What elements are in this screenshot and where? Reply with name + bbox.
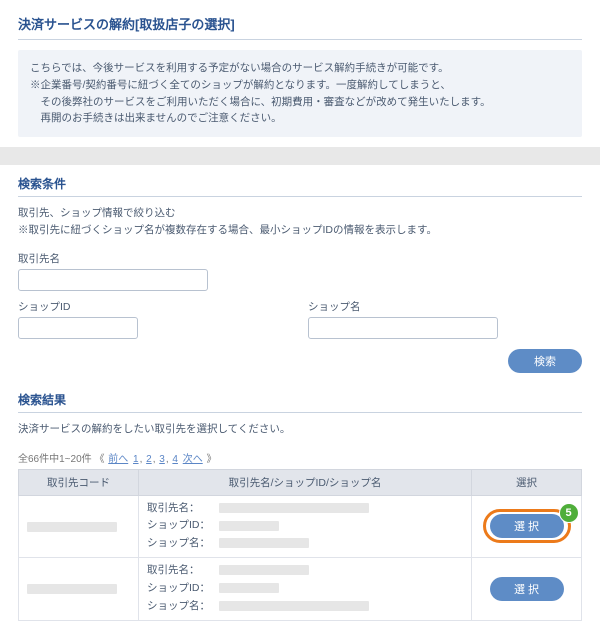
pager-page[interactable]: 3: [159, 454, 165, 465]
pager-page[interactable]: 1: [133, 454, 139, 465]
pager-next[interactable]: 次へ: [183, 454, 203, 465]
pager: 全66件中1~20件 《 前へ 1, 2, 3, 4 次へ 》: [18, 450, 582, 465]
info-line: ※企業番号/契約番号に紐づく全てのショップが解約となります。一度解約してしまうと…: [30, 77, 570, 94]
search-desc-line: 取引先、ショップ情報で絞り込む: [18, 205, 582, 222]
results-table: 取引先コード 取引先名/ショップID/ショップ名 選択 取引先名： ショップID…: [18, 469, 582, 621]
pager-page[interactable]: 4: [172, 454, 178, 465]
info-line: 再開のお手続きは出来ませんのでご注意ください。: [30, 110, 570, 127]
search-desc-line: ※取引先に紐づくショップ名が複数存在する場合、最小ショップIDの情報を表示します…: [18, 222, 582, 239]
search-desc: 取引先、ショップ情報で絞り込む ※取引先に紐づくショップ名が複数存在する場合、最…: [18, 205, 582, 239]
col-header-select: 選択: [472, 469, 582, 495]
shop-id-label: ショップID: [18, 299, 138, 314]
pager-prev[interactable]: 前へ: [108, 454, 128, 465]
col-header-code: 取引先コード: [19, 469, 139, 495]
masked-value: [27, 522, 117, 532]
divider-band: [0, 147, 600, 165]
masked-value: [219, 503, 369, 513]
partner-name-field: 取引先名: [18, 251, 208, 291]
row-shopname-key: ショップ名：: [147, 598, 219, 616]
results-section-title: 検索結果: [18, 391, 582, 413]
shop-name-input[interactable]: [308, 317, 498, 339]
page-title: 決済サービスの解約[取扱店子の選択]: [18, 14, 582, 40]
col-header-info: 取引先名/ショップID/ショップ名: [139, 469, 472, 495]
search-section-title: 検索条件: [18, 175, 582, 197]
table-row: 取引先名： ショップID： ショップ名： 選 択: [19, 558, 582, 621]
info-line: こちらでは、今後サービスを利用する予定がない場合のサービス解約手続きが可能です。: [30, 60, 570, 77]
masked-value: [219, 521, 279, 531]
info-line: その後弊社のサービスをご利用いただく場合に、初期費用・審査などが改めて発生いたし…: [30, 94, 570, 111]
step-badge: 5: [560, 504, 578, 522]
masked-value: [219, 601, 369, 611]
row-shopname-key: ショップ名：: [147, 535, 219, 553]
highlight-ring: 選 択 5: [483, 509, 571, 543]
row-shopid-key: ショップID：: [147, 517, 219, 535]
table-row: 取引先名： ショップID： ショップ名： 選 択 5: [19, 495, 582, 558]
shop-id-field: ショップID: [18, 299, 138, 339]
masked-value: [27, 584, 117, 594]
select-button[interactable]: 選 択: [490, 577, 564, 601]
shop-name-label: ショップ名: [308, 299, 498, 314]
row-shopid-key: ショップID：: [147, 580, 219, 598]
masked-value: [219, 538, 309, 548]
partner-name-input[interactable]: [18, 269, 208, 291]
partner-name-label: 取引先名: [18, 251, 208, 266]
masked-value: [219, 583, 279, 593]
search-button[interactable]: 検索: [508, 349, 582, 373]
shop-name-field: ショップ名: [308, 299, 498, 339]
masked-value: [219, 565, 309, 575]
row-partner-key: 取引先名：: [147, 562, 219, 580]
pager-total: 全66件中1~20件: [18, 454, 92, 465]
select-button[interactable]: 選 択: [490, 514, 564, 538]
pager-page[interactable]: 2: [146, 454, 152, 465]
info-box: こちらでは、今後サービスを利用する予定がない場合のサービス解約手続きが可能です。…: [18, 50, 582, 137]
row-partner-key: 取引先名：: [147, 500, 219, 518]
results-desc: 決済サービスの解約をしたい取引先を選択してください。: [18, 421, 582, 438]
shop-id-input[interactable]: [18, 317, 138, 339]
